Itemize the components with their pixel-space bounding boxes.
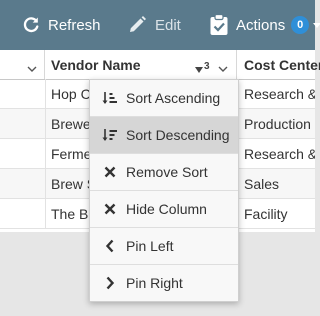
column-header-vendor-name[interactable]: Vendor Name 3 <box>45 50 237 79</box>
column-menu: Sort Ascending Sort Descending Remove So… <box>89 79 239 302</box>
vendor-cell: Brewe <box>51 115 91 132</box>
vendor-cell: Ferme <box>51 145 91 162</box>
column-divider <box>45 79 46 229</box>
x-icon <box>102 154 118 190</box>
menu-item-sort-ascending[interactable]: Sort Ascending <box>90 80 238 116</box>
vendor-cell: Hop C <box>51 85 91 102</box>
sort-order-number: 3 <box>204 61 210 72</box>
sort-descending-icon <box>102 117 118 153</box>
grid-header: Vendor Name 3 Cost Center <box>0 50 320 80</box>
cost-center-cell: Research & <box>244 85 315 102</box>
refresh-button[interactable]: Refresh <box>22 0 101 50</box>
edit-label: Edit <box>155 16 181 34</box>
menu-item-label: Sort Ascending <box>126 90 221 106</box>
vendor-cell: Brew S <box>51 175 91 192</box>
menu-item-label: Sort Descending <box>126 127 230 143</box>
edit-button[interactable]: Edit <box>127 0 181 50</box>
menu-item-label: Pin Left <box>126 238 174 254</box>
chevron-down-icon[interactable] <box>27 60 37 76</box>
pencil-icon <box>127 15 147 35</box>
column-header-label: Cost Center <box>244 56 320 73</box>
actions-count-badge: 0 <box>291 16 310 34</box>
menu-item-sort-descending[interactable]: Sort Descending <box>90 117 238 153</box>
chevron-left-icon <box>102 228 118 264</box>
column-header-first[interactable] <box>0 50 45 79</box>
refresh-label: Refresh <box>48 16 101 34</box>
menu-item-pin-left[interactable]: Pin Left <box>90 228 238 264</box>
menu-item-hide-column[interactable]: Hide Column <box>90 191 238 227</box>
menu-item-pin-right[interactable]: Pin Right <box>90 265 238 301</box>
chevron-right-icon <box>102 265 118 301</box>
cost-center-cell: Sales <box>244 175 280 192</box>
x-icon <box>102 191 118 227</box>
toolbar: Refresh Edit Actions 0 <box>0 0 320 50</box>
menu-item-label: Hide Column <box>126 201 207 217</box>
menu-item-label: Remove Sort <box>126 164 208 180</box>
cost-center-cell: Research & <box>244 145 315 162</box>
sort-indicator-icon <box>195 61 203 77</box>
column-header-cost-center[interactable]: Cost Center <box>237 50 320 79</box>
chevron-down-icon <box>313 20 320 30</box>
menu-item-label: Pin Right <box>126 275 183 291</box>
sort-ascending-icon <box>102 80 118 116</box>
clipboard-check-icon <box>209 14 229 36</box>
refresh-icon <box>22 16 40 34</box>
actions-button[interactable]: Actions 0 <box>209 0 320 50</box>
cost-center-cell: Production <box>244 115 311 132</box>
actions-label: Actions <box>236 16 286 34</box>
chevron-down-icon[interactable] <box>218 60 228 76</box>
cost-center-cell: Facility <box>244 205 288 222</box>
menu-item-remove-sort[interactable]: Remove Sort <box>90 154 238 190</box>
vendor-cell: The B <box>51 205 89 222</box>
column-header-label: Vendor Name <box>51 56 141 73</box>
